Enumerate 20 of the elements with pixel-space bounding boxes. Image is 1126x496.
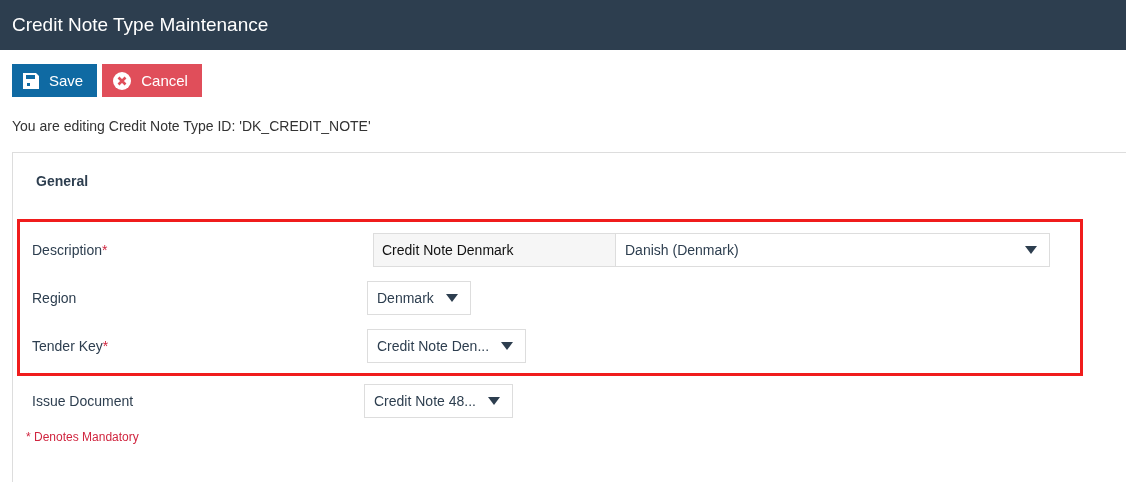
caret-icon xyxy=(501,342,514,350)
description-field[interactable]: Credit Note Denmark xyxy=(373,233,616,267)
dropdown-select[interactable]: Credit Note Den... xyxy=(367,329,527,363)
caret-icon xyxy=(445,294,458,302)
close-icon xyxy=(113,71,132,90)
dropdown-select[interactable]: Credit Note 48... xyxy=(364,384,513,418)
section-title: General xyxy=(35,173,90,189)
dropdown-select[interactable]: Denmark xyxy=(367,281,471,315)
window-title: Credit Note Type Maintenance xyxy=(12,14,269,36)
mandatory-note: * Denotes Mandatory xyxy=(25,430,140,444)
caret-icon xyxy=(487,397,500,405)
field-label: Region xyxy=(32,290,77,306)
caret-icon xyxy=(1025,246,1037,254)
save-button[interactable]: Save xyxy=(12,64,98,97)
field-label: Tender Key* xyxy=(32,338,109,354)
field-label: Description* xyxy=(32,242,108,258)
cancel-button[interactable]: Cancel xyxy=(102,64,202,97)
field-label: Issue Document xyxy=(32,393,134,409)
editing-info: You are editing Credit Note Type ID: 'DK_CREDIT_NOTE' xyxy=(11,117,372,134)
language-select[interactable]: Danish (Denmark) xyxy=(615,233,1050,267)
